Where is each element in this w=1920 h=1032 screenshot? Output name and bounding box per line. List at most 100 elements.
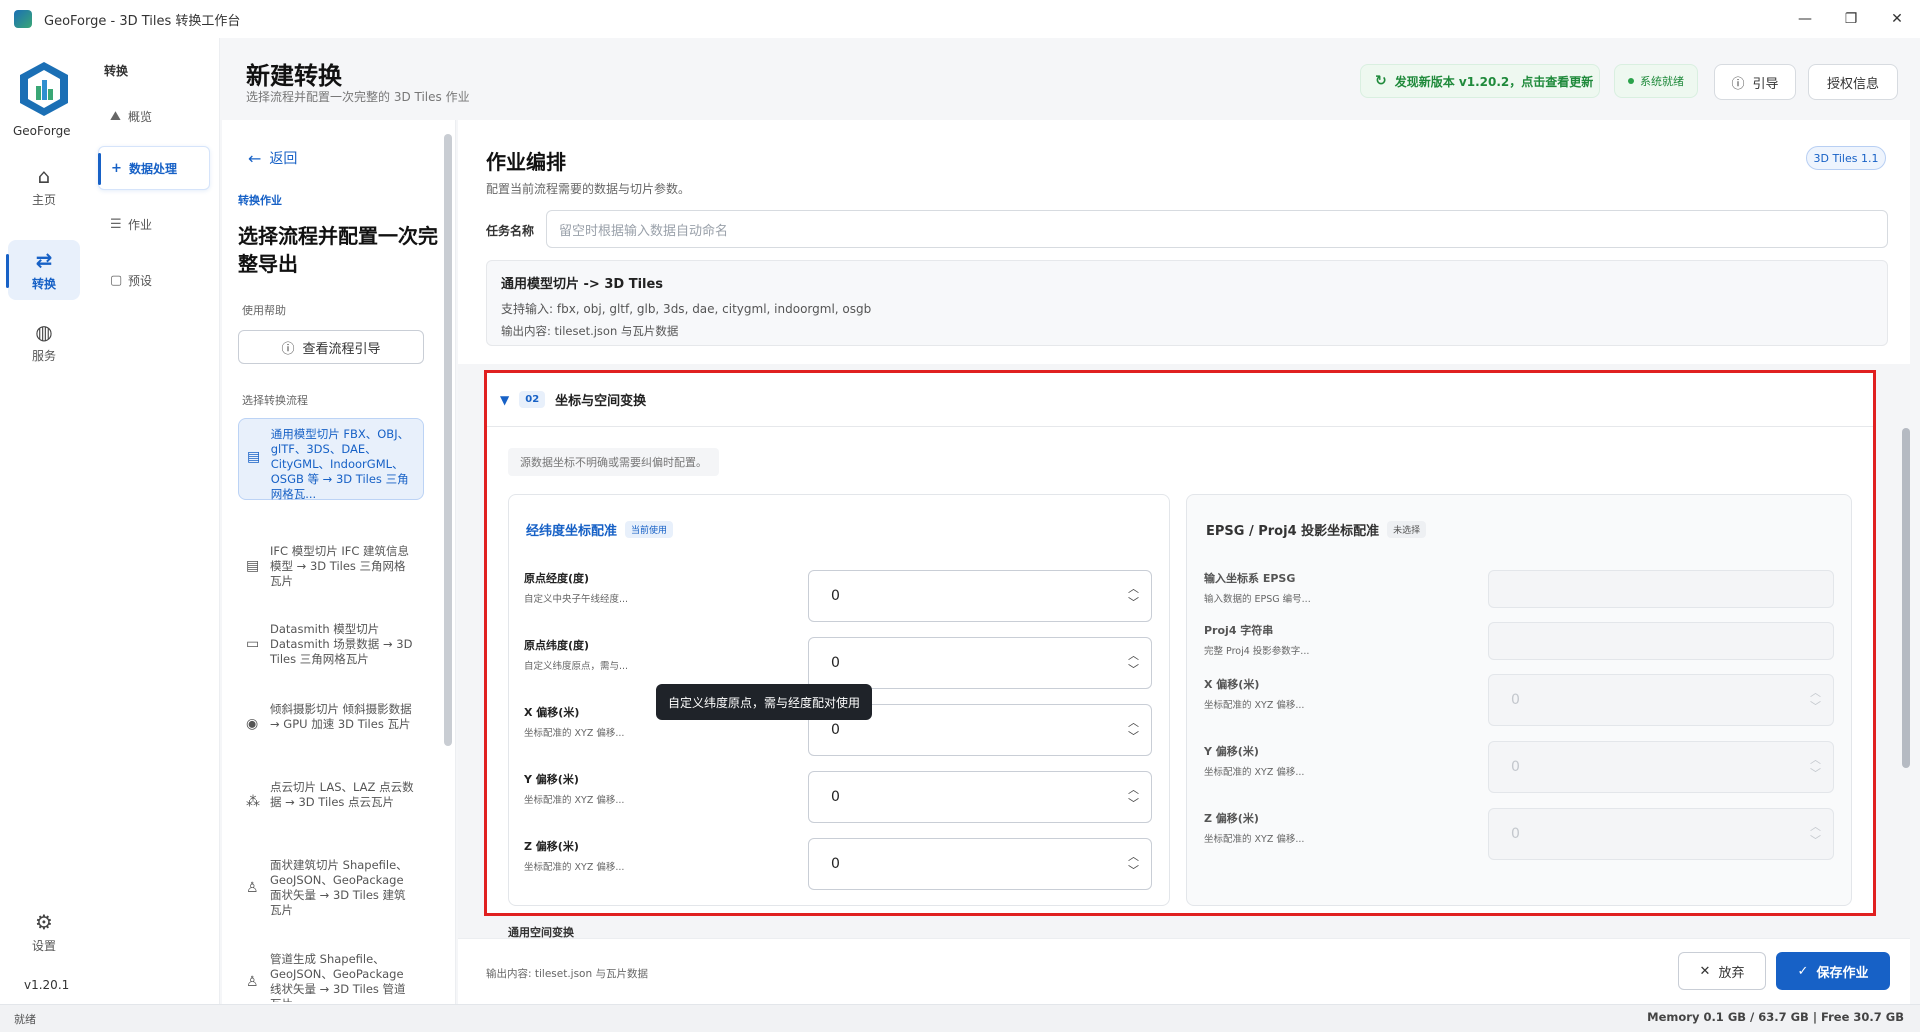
flow-item-datasmith[interactable]: ▭ Datasmith 模型切片 Datasmith 场景数据 → 3D Til… [238, 614, 424, 674]
step-hint: 源数据坐标不明确或需要纠偏时配置。 [508, 448, 719, 476]
task-name-input[interactable]: 留空时根据输入数据自动命名 [546, 210, 1888, 248]
sub-nav-item-jobs[interactable]: ☰ 作业 [98, 202, 210, 246]
update-chip[interactable]: ↻ 发现新版本 v1.20.2，点击查看更新 [1360, 64, 1600, 98]
save-job-button[interactable]: ✓ 保存作业 [1776, 952, 1890, 990]
check-icon: ✓ [1797, 963, 1809, 979]
flow-item-pointcloud[interactable]: ⁂ 点云切片 LAS、LAZ 点云数据 → 3D Tiles 点云瓦片 [238, 772, 424, 832]
convert-icon: ⇄ [35, 247, 53, 272]
app-icon [14, 10, 32, 28]
rail-item-label: 主页 [31, 192, 56, 207]
stepper-icon[interactable]: ︿ ﹀ [1128, 716, 1139, 744]
field-desc: 输入数据的 EPSG 编号... [1204, 594, 1311, 605]
field-epsg: 输入坐标系 EPSG 输入数据的 EPSG 编号... [1204, 570, 1311, 605]
field-label: X 偏移(米) [1204, 678, 1260, 691]
sub-nav-item-label: 数据处理 [129, 161, 178, 176]
memory-readout: Memory 0.1 GB / 63.7 GB | Free 30.7 GB [1647, 1010, 1904, 1024]
flow-item-text: Datasmith 模型切片 Datasmith 场景数据 → 3D Tiles… [270, 622, 413, 666]
maximize-button[interactable]: ❐ [1828, 0, 1874, 38]
archive-icon: ▤ [247, 449, 261, 465]
epsg-input[interactable] [1488, 570, 1834, 608]
flow-guide-button[interactable]: ⓘ 查看流程引导 [238, 330, 424, 364]
step-divider [487, 426, 1873, 427]
rail-item-label: 服务 [31, 348, 56, 363]
field-label: X 偏移(米) [524, 706, 580, 719]
spec-badge: 3D Tiles 1.1 [1806, 146, 1886, 170]
update-chip-label: 发现新版本 v1.20.2，点击查看更新 [1394, 74, 1594, 89]
flow-item-text: 管道生成 Shapefile、GeoJSON、GeoPackage 线状矢量 →… [270, 952, 406, 1002]
field-desc: 坐标配准的 XYZ 偏移... [1204, 834, 1305, 845]
input-value: 0 [1511, 759, 1520, 775]
scrollbar-thumb[interactable] [1902, 428, 1910, 768]
back-link[interactable]: ← 返回 [248, 148, 297, 168]
rail-item-convert[interactable]: ⇄ 转换 [6, 240, 80, 300]
flow-guide-label: 查看流程引导 [302, 341, 381, 357]
flow-item-building[interactable]: ♙ 面状建筑切片 Shapefile、GeoJSON、GeoPackage 面状… [238, 850, 424, 926]
status-bar: 就绪 [0, 1004, 1920, 1032]
epsg-z-offset-input[interactable]: 0 ︿ ﹀ [1488, 808, 1834, 860]
flow-item-text: IFC 模型切片 IFC 建筑信息模型 → 3D Tiles 三角网格瓦片 [270, 544, 410, 588]
info-icon: ⓘ [281, 341, 295, 357]
rail-item-settings[interactable]: ⚙ 设置 [8, 902, 80, 962]
main-scrollbar[interactable] [1900, 368, 1910, 934]
flow-item-ifc[interactable]: ▤ IFC 模型切片 IFC 建筑信息模型 → 3D Tiles 三角网格瓦片 [238, 536, 424, 596]
field-desc: 坐标配准的 XYZ 偏移... [524, 728, 625, 739]
epsg-y-offset-input[interactable]: 0 ︿ ﹀ [1488, 741, 1834, 793]
active-pill: 当前使用 [625, 521, 674, 538]
input-value: 0 [831, 655, 840, 671]
sub-nav-item-overview[interactable]: ⛰ 概览 [98, 94, 210, 138]
field-label: Y 偏移(米) [1204, 745, 1259, 758]
discard-button[interactable]: ✕ 放弃 [1678, 952, 1766, 990]
license-button[interactable]: 授权信息 [1808, 64, 1898, 100]
epsg-card-header: EPSG / Proj4 投影坐标配准 未选择 [1206, 520, 1427, 539]
globe-icon: ◍ [35, 319, 53, 344]
stepper-icon[interactable]: ︿ ﹀ [1128, 649, 1139, 677]
epsg-card-title: EPSG / Proj4 投影坐标配准 [1206, 524, 1380, 539]
inactive-pill: 未选择 [1387, 521, 1427, 538]
epsg-x-offset-input[interactable]: 0 ︿ ﹀ [1488, 674, 1834, 726]
status-badge-label: 系统就绪 [1640, 75, 1684, 88]
field-label: 原点经度(度) [524, 572, 590, 585]
laptop-icon: ▭ [246, 636, 260, 652]
field-x-offset: X 偏移(米) 坐标配准的 XYZ 偏移... [524, 704, 624, 739]
stepper-icon[interactable]: ︿ ﹀ [1128, 582, 1139, 610]
field-desc: 自定义纬度原点，需与... [524, 661, 629, 672]
origin-lon-input[interactable]: 0 ︿ ﹀ [808, 570, 1152, 622]
geo-card-title: 经纬度坐标配准 [526, 524, 618, 539]
close-button[interactable]: ✕ [1874, 0, 1920, 38]
step-header[interactable]: ▼ 02 坐标与空间变换 [500, 390, 646, 409]
sub-nav-item-data-processing[interactable]: + 数据处理 [98, 146, 210, 190]
stepper-icon[interactable]: ︿ ﹀ [1128, 783, 1139, 811]
app-version: v1.20.1 [24, 978, 70, 992]
z-offset-input[interactable]: 0 ︿ ﹀ [808, 838, 1152, 890]
collapse-icon[interactable]: ▼ [500, 393, 509, 407]
y-offset-input[interactable]: 0 ︿ ﹀ [808, 771, 1152, 823]
page-subtitle: 选择流程并配置一次完整的 3D Tiles 作业 [246, 90, 470, 104]
stepper-icon[interactable]: ︿ ﹀ [1128, 850, 1139, 878]
plus-icon: + [111, 160, 122, 176]
archive-icon: ▤ [246, 558, 260, 574]
field-label: Proj4 字符串 [1204, 624, 1274, 637]
proj4-input[interactable] [1488, 622, 1834, 660]
stepper-icon[interactable]: ︿ ﹀ [1810, 753, 1821, 781]
field-desc: 坐标配准的 XYZ 偏移... [524, 795, 625, 806]
field-label: Y 偏移(米) [524, 773, 579, 786]
title-bar: GeoForge - 3D Tiles 转换工作台 — ❐ ✕ [0, 0, 1920, 38]
field-z-offset: Z 偏移(米) 坐标配准的 XYZ 偏移... [524, 838, 624, 873]
arrow-left-icon: ← [248, 148, 262, 168]
field-label: Z 偏移(米) [524, 840, 579, 853]
sub-nav-item-presets[interactable]: ▢ 预设 [98, 258, 210, 302]
origin-lat-input[interactable]: 0 ︿ ﹀ [808, 637, 1152, 689]
field-origin-lat: 原点纬度(度) 自定义纬度原点，需与... [524, 637, 628, 672]
geoforge-logo-icon [20, 62, 68, 116]
flow-item-oblique[interactable]: ◉ 倾斜摄影切片 倾斜摄影数据 → GPU 加速 3D Tiles 瓦片 [238, 694, 424, 754]
flow-select-label: 选择转换流程 [242, 394, 308, 407]
stepper-icon[interactable]: ︿ ﹀ [1810, 820, 1821, 848]
rail-item-home[interactable]: ⌂ 主页 [8, 156, 80, 216]
stepper-icon[interactable]: ︿ ﹀ [1810, 686, 1821, 714]
minimize-button[interactable]: — [1782, 0, 1828, 38]
flow-item-generic-model[interactable]: ▤ 通用模型切片 FBX、OBJ、glTF、3DS、DAE、CityGML、In… [238, 418, 424, 501]
flow-item-pipeline[interactable]: ♙ 管道生成 Shapefile、GeoJSON、GeoPackage 线状矢量… [238, 944, 424, 1002]
rail-item-service[interactable]: ◍ 服务 [8, 312, 80, 372]
flow-item-text: 倾斜摄影切片 倾斜摄影数据 → GPU 加速 3D Tiles 瓦片 [270, 702, 412, 731]
guide-button[interactable]: ⓘ 引导 [1714, 64, 1796, 100]
